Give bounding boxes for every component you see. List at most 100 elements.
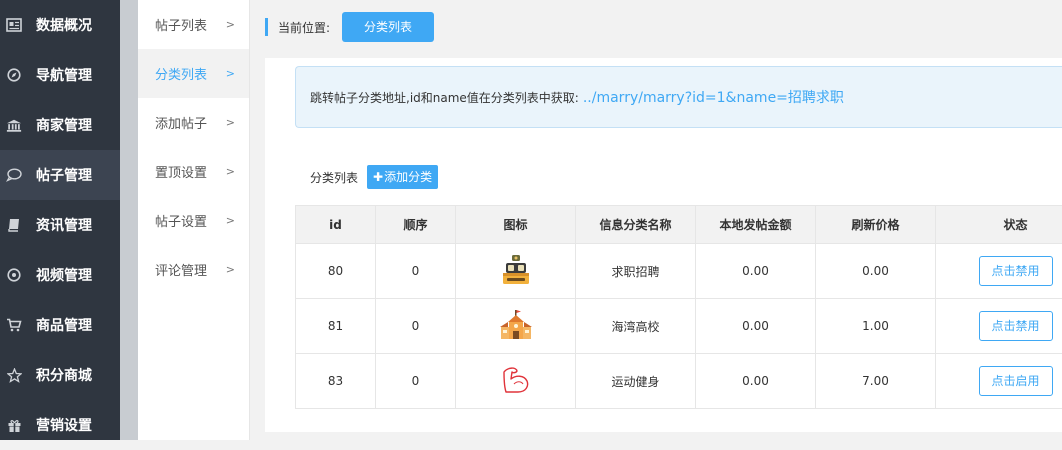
- nav-item-label: 数据概况: [36, 15, 92, 35]
- cell-icon: [456, 299, 576, 354]
- nav-item-label: 帖子管理: [36, 165, 92, 185]
- book-icon: [6, 217, 22, 233]
- cell-name: 海湾高校: [576, 299, 696, 354]
- nav-item-posts[interactable]: 帖子管理: [0, 150, 120, 200]
- cell-status: 点击禁用: [936, 244, 1062, 299]
- cell-id: 81: [296, 299, 376, 354]
- table-header-row: id 顺序 图标 信息分类名称 本地发帖金额 刷新价格 状态: [296, 206, 1062, 244]
- main-nav: 数据概况 导航管理 商家管理 帖子管理 资讯管理 视频管理 商品管理 积分商城 …: [0, 0, 120, 440]
- subnav-item-comment-management[interactable]: 评论管理 >: [138, 245, 249, 294]
- chevron-right-icon: >: [226, 165, 235, 178]
- subnav-item-post-settings[interactable]: 帖子设置 >: [138, 196, 249, 245]
- nav-item-merchants[interactable]: 商家管理: [0, 100, 120, 150]
- gift-icon: [6, 417, 22, 433]
- column-header-icon: 图标: [456, 206, 576, 244]
- content-panel: 跳转帖子分类地址,id和name值在分类列表中获取: ../marry/marr…: [265, 58, 1062, 432]
- chevron-right-icon: >: [226, 263, 235, 276]
- cell-order: 0: [376, 299, 456, 354]
- breadcrumb: 当前位置: 分类列表: [265, 12, 434, 42]
- nav-item-label: 积分商城: [36, 365, 92, 385]
- column-header-id: id: [296, 206, 376, 244]
- list-title: 分类列表: [310, 169, 358, 186]
- nav-item-label: 商品管理: [36, 315, 92, 335]
- table-row: 83 0 运动健身 0.00 7.00 点击启用: [296, 354, 1062, 409]
- column-header-status: 状态: [936, 206, 1062, 244]
- nav-item-news[interactable]: 资讯管理: [0, 200, 120, 250]
- main-content: 当前位置: 分类列表 跳转帖子分类地址,id和name值在分类列表中获取: ..…: [250, 0, 1062, 440]
- chevron-right-icon: >: [226, 67, 235, 80]
- subnav-item-label: 评论管理: [155, 260, 207, 279]
- cell-name: 运动健身: [576, 354, 696, 409]
- chevron-right-icon: >: [226, 116, 235, 129]
- table-row: 81 0: [296, 299, 1062, 354]
- url-tip-box: 跳转帖子分类地址,id和name值在分类列表中获取: ../marry/marr…: [295, 66, 1062, 128]
- dashboard-icon: [6, 17, 22, 33]
- nav-item-label: 资讯管理: [36, 215, 92, 235]
- cell-id: 83: [296, 354, 376, 409]
- category-table: id 顺序 图标 信息分类名称 本地发帖金额 刷新价格 状态 80 0: [295, 205, 1062, 409]
- cart-icon: [6, 317, 22, 333]
- tip-text: 跳转帖子分类地址,id和name值在分类列表中获取:: [310, 89, 579, 106]
- plus-icon: ✚: [373, 170, 383, 184]
- bank-icon: [6, 117, 22, 133]
- status-toggle-button[interactable]: 点击禁用: [979, 311, 1053, 341]
- nav-item-videos[interactable]: 视频管理: [0, 250, 120, 300]
- subnav-item-label: 帖子设置: [155, 211, 207, 230]
- cell-refresh-price: 7.00: [816, 354, 936, 409]
- subnav-item-add-post[interactable]: 添加帖子 >: [138, 98, 249, 147]
- column-header-order: 顺序: [376, 206, 456, 244]
- nav-item-label: 导航管理: [36, 65, 92, 85]
- play-circle-icon: [6, 267, 22, 283]
- nav-item-label: 商家管理: [36, 115, 92, 135]
- breadcrumb-label: 当前位置:: [278, 19, 330, 36]
- nav-divider: [120, 0, 138, 440]
- cell-icon: [456, 354, 576, 409]
- nav-item-navigation[interactable]: 导航管理: [0, 50, 120, 100]
- subnav-item-category-list[interactable]: 分类列表 >: [138, 49, 249, 98]
- cell-post-amount: 0.00: [696, 354, 816, 409]
- school-building-icon: [499, 309, 533, 341]
- column-header-refresh-price: 刷新价格: [816, 206, 936, 244]
- list-header: 分类列表 ✚添加分类: [310, 165, 438, 189]
- cell-order: 0: [376, 244, 456, 299]
- nav-item-label: 营销设置: [36, 415, 92, 435]
- add-category-button[interactable]: ✚添加分类: [367, 165, 438, 189]
- subnav-item-label: 分类列表: [155, 64, 207, 83]
- subnav-item-label: 帖子列表: [155, 15, 207, 34]
- chat-bubble-icon: [6, 167, 22, 183]
- sub-nav: 帖子列表 > 分类列表 > 添加帖子 > 置顶设置 > 帖子设置 > 评论管理 …: [138, 0, 250, 440]
- column-header-post-amount: 本地发帖金额: [696, 206, 816, 244]
- job-counter-icon: [500, 254, 532, 286]
- tip-url: ../marry/marry?id=1&name=招聘求职: [583, 87, 844, 107]
- subnav-item-label: 添加帖子: [155, 113, 207, 132]
- nav-item-marketing[interactable]: 营销设置: [0, 400, 120, 450]
- breadcrumb-current-button[interactable]: 分类列表: [342, 12, 434, 42]
- compass-icon: [6, 67, 22, 83]
- nav-item-dashboard[interactable]: 数据概况: [0, 0, 120, 50]
- nav-item-label: 视频管理: [36, 265, 92, 285]
- cell-refresh-price: 0.00: [816, 244, 936, 299]
- column-header-name: 信息分类名称: [576, 206, 696, 244]
- subnav-item-label: 置顶设置: [155, 162, 207, 181]
- cell-order: 0: [376, 354, 456, 409]
- nav-item-points-mall[interactable]: 积分商城: [0, 350, 120, 400]
- add-category-label: 添加分类: [384, 170, 432, 184]
- status-toggle-button[interactable]: 点击禁用: [979, 256, 1053, 286]
- cell-status: 点击禁用: [936, 299, 1062, 354]
- chevron-right-icon: >: [226, 214, 235, 227]
- cell-name: 求职招聘: [576, 244, 696, 299]
- cell-post-amount: 0.00: [696, 299, 816, 354]
- status-toggle-button[interactable]: 点击启用: [979, 366, 1053, 396]
- subnav-item-pin-settings[interactable]: 置顶设置 >: [138, 147, 249, 196]
- subnav-item-post-list[interactable]: 帖子列表 >: [138, 0, 249, 49]
- nav-item-products[interactable]: 商品管理: [0, 300, 120, 350]
- cell-id: 80: [296, 244, 376, 299]
- flexed-arm-icon: [500, 364, 532, 396]
- cell-refresh-price: 1.00: [816, 299, 936, 354]
- breadcrumb-accent-bar: [265, 18, 268, 36]
- cell-icon: [456, 244, 576, 299]
- cell-post-amount: 0.00: [696, 244, 816, 299]
- star-icon: [6, 367, 22, 383]
- chevron-right-icon: >: [226, 18, 235, 31]
- table-row: 80 0 求职招聘: [296, 244, 1062, 299]
